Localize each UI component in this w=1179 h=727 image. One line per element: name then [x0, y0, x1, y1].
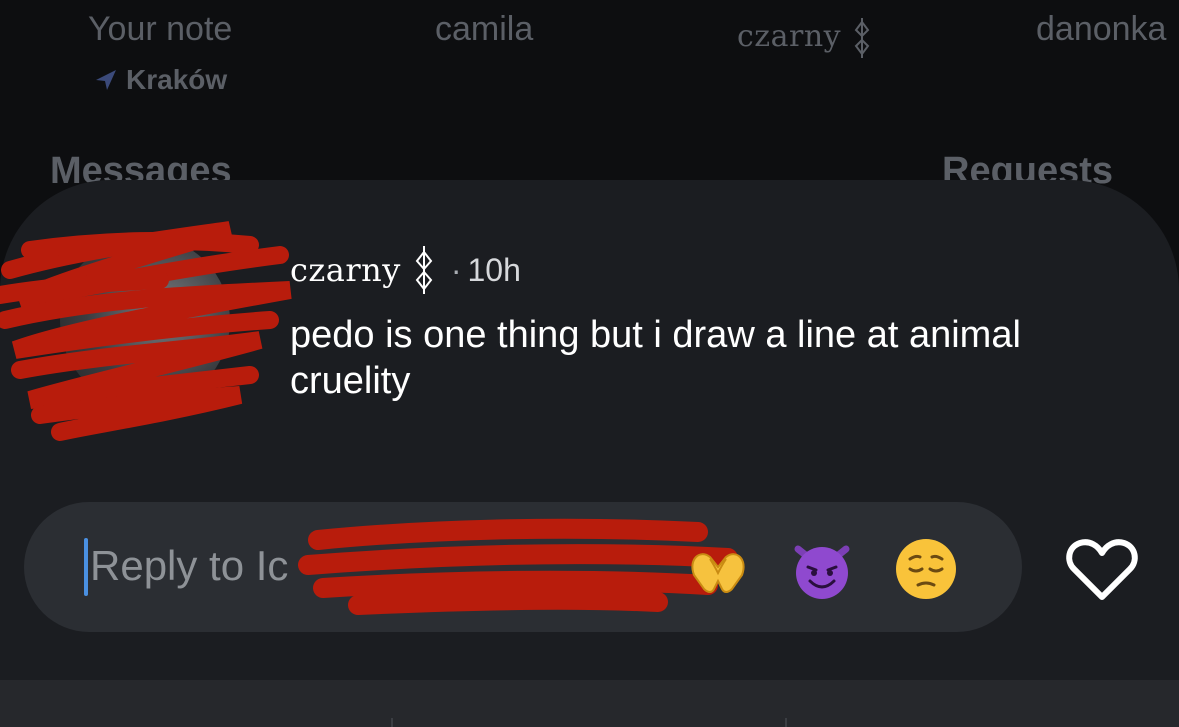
note-user-danonka[interactable]: danonka: [1036, 10, 1166, 49]
panel-divider: [391, 718, 393, 727]
redaction-scribble: [0, 221, 292, 441]
redaction-scribble-reply: [298, 518, 738, 615]
smiling-devil-emoji[interactable]: [788, 535, 856, 603]
location-arrow-icon: [96, 70, 116, 90]
panel-divider: [785, 718, 787, 727]
header-separator: ·: [450, 251, 462, 288]
text-caret: [84, 538, 88, 596]
pensive-face-emoji[interactable]: [892, 535, 960, 603]
heart-hands-emoji[interactable]: [684, 535, 752, 603]
note-location: Kraków: [94, 64, 227, 96]
note-location-label: Kraków: [126, 64, 228, 95]
verified-glyph-icon: [415, 246, 433, 294]
note-user-camila[interactable]: camila: [435, 10, 533, 49]
message-timestamp: 10h: [467, 251, 521, 288]
bottom-panel: [0, 680, 1179, 727]
note-user-czarny[interactable]: czarny: [737, 16, 873, 60]
message-text: pedo is one thing but i draw a line at a…: [290, 314, 1021, 402]
verified-glyph-icon: [854, 18, 870, 58]
note-your-note[interactable]: Your note: [88, 10, 232, 49]
message-username[interactable]: czarny: [290, 251, 401, 289]
message-header: czarny · 10h: [290, 244, 521, 296]
heart-outline-icon[interactable]: [1064, 535, 1140, 603]
reply-placeholder: Reply to Ic: [90, 542, 289, 589]
message-reply-screen: Your note Kraków camila czarny danonka M…: [0, 0, 1179, 727]
